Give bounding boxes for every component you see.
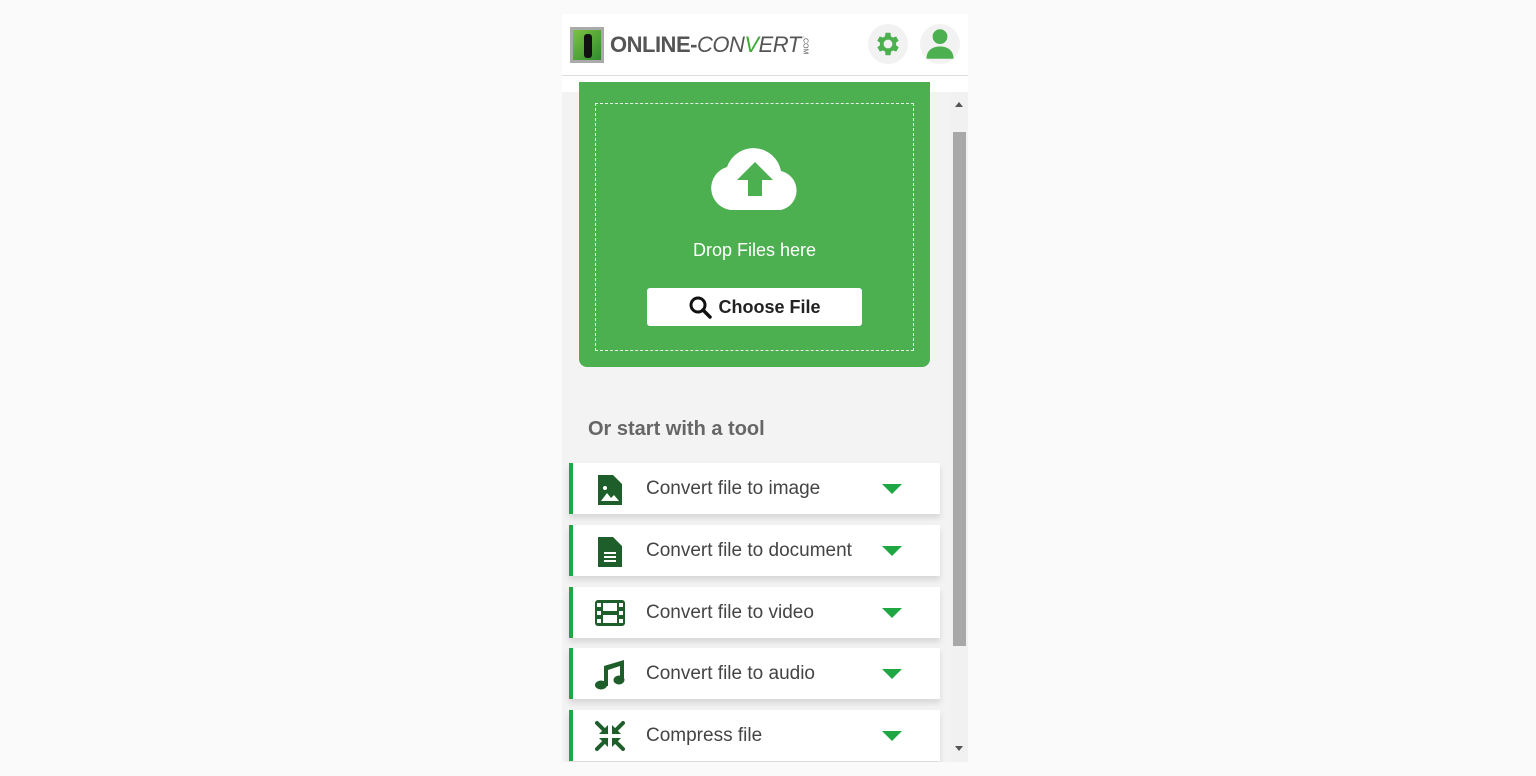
- tool-label: Compress file: [646, 724, 763, 746]
- tool-label: Convert file to audio: [646, 662, 815, 684]
- drop-files-text: Drop Files here: [692, 240, 817, 260]
- tool-convert-video[interactable]: Convert file to video: [569, 587, 940, 638]
- main-content: Drop Files here Choose File Or start wit…: [562, 82, 951, 762]
- search-icon: [689, 296, 713, 319]
- logo-suffix: .COM: [801, 35, 809, 55]
- tool-compress[interactable]: Compress file: [569, 710, 940, 761]
- scroll-down-arrow[interactable]: [955, 746, 963, 751]
- chevron-down-icon[interactable]: [882, 545, 902, 556]
- tool-label: Convert file to document: [646, 539, 852, 561]
- drop-area: Drop Files here Choose File: [595, 103, 914, 351]
- account-button[interactable]: [920, 24, 960, 64]
- cloud-upload-icon: [711, 148, 797, 210]
- chevron-down-icon[interactable]: [882, 730, 902, 741]
- settings-button[interactable]: [868, 24, 908, 64]
- scrollbar[interactable]: [951, 92, 968, 762]
- music-icon: [595, 659, 625, 689]
- film-icon: [595, 599, 625, 626]
- tool-convert-image[interactable]: Convert file to image: [569, 463, 940, 514]
- choose-file-button[interactable]: Choose File: [647, 288, 862, 326]
- chevron-down-icon[interactable]: [882, 668, 902, 679]
- logo[interactable]: ONLINE-CONVERT .COM: [570, 27, 809, 63]
- chevron-down-icon[interactable]: [882, 607, 902, 618]
- logo-text: ONLINE-CONVERT: [610, 32, 801, 57]
- tools-heading: Or start with a tool: [588, 418, 765, 440]
- file-image-icon: [598, 474, 622, 505]
- tool-label: Convert file to video: [646, 601, 814, 623]
- tool-convert-document[interactable]: Convert file to document: [569, 525, 940, 576]
- scroll-up-arrow[interactable]: [955, 102, 963, 107]
- logo-icon: [570, 27, 604, 63]
- compress-icon: [595, 720, 625, 751]
- gear-icon: [877, 32, 899, 56]
- header: ONLINE-CONVERT .COM: [562, 14, 968, 76]
- scrollbar-thumb[interactable]: [953, 132, 966, 646]
- chevron-down-icon[interactable]: [882, 483, 902, 494]
- file-drop-zone[interactable]: Drop Files here Choose File: [579, 82, 930, 367]
- app-frame: ONLINE-CONVERT .COM Drop Files here Choo…: [562, 14, 968, 762]
- tool-convert-audio[interactable]: Convert file to audio: [569, 648, 940, 699]
- file-document-icon: [598, 536, 622, 567]
- tool-label: Convert file to image: [646, 477, 821, 499]
- user-icon: [926, 29, 954, 59]
- choose-file-label: Choose File: [718, 296, 821, 317]
